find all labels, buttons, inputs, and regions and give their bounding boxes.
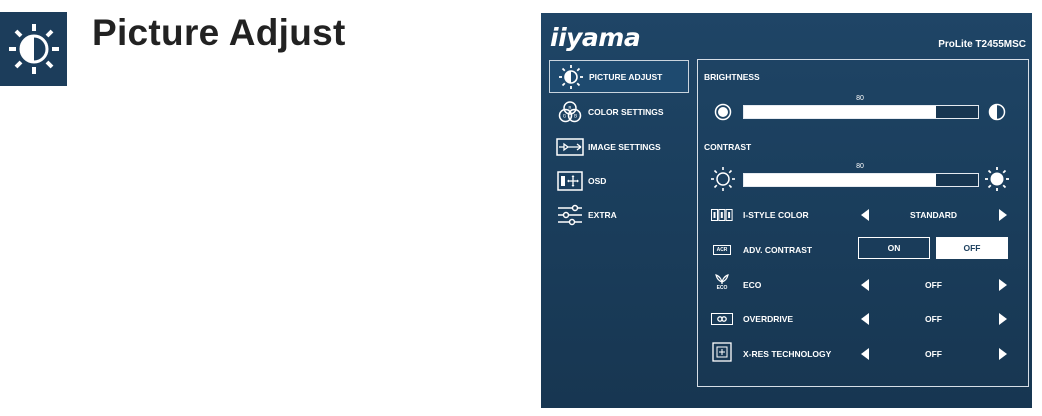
- contrast-row: 80: [698, 163, 1028, 194]
- image-settings-icon: [554, 134, 586, 160]
- svg-text:G: G: [563, 113, 567, 119]
- overdrive-row[interactable]: OVERDRIVE OFF: [698, 306, 1028, 332]
- contrast-slider-fill: [744, 174, 936, 186]
- menu-item-extra[interactable]: EXTRA: [549, 198, 689, 231]
- brand-logo: iiyama: [550, 23, 641, 52]
- extra-icon: [554, 202, 586, 228]
- brightness-row: 80: [698, 95, 1028, 126]
- menu-item-picture-adjust[interactable]: PICTURE ADJUST: [549, 60, 689, 93]
- contrast-slider[interactable]: [743, 173, 979, 187]
- menu-item-image-settings[interactable]: IMAGE SETTINGS: [549, 130, 689, 163]
- menu-label-image-settings: IMAGE SETTINGS: [588, 141, 661, 152]
- istyle-color-value: STANDARD: [909, 210, 958, 220]
- adv-contrast-row: ACR ADV. CONTRAST ON OFF: [698, 237, 1028, 263]
- menu-label-color-settings: COLOR SETTINGS: [588, 106, 664, 117]
- contrast-low-icon: [710, 166, 736, 192]
- overdrive-right-arrow-icon[interactable]: [999, 313, 1007, 325]
- overdrive-label: OVERDRIVE: [743, 314, 794, 324]
- xres-icon: [710, 342, 734, 362]
- brightness-high-icon: [988, 103, 1006, 121]
- eco-label: ECO: [743, 280, 762, 290]
- contrast-label: CONTRAST: [704, 142, 752, 152]
- istyle-right-arrow-icon[interactable]: [999, 209, 1007, 221]
- brightness-low-icon: [714, 103, 732, 121]
- brightness-slider[interactable]: [743, 105, 979, 119]
- brightness-slider-fill: [744, 106, 936, 118]
- picture-adjust-icon: [8, 24, 59, 74]
- adv-contrast-off-button[interactable]: OFF: [936, 237, 1008, 259]
- xres-value: OFF: [925, 349, 942, 359]
- menu-label-extra: EXTRA: [588, 209, 617, 220]
- xres-right-arrow-icon[interactable]: [999, 348, 1007, 360]
- adv-contrast-on-button[interactable]: ON: [858, 237, 930, 259]
- acr-icon: ACR: [710, 240, 734, 260]
- adv-contrast-label: ADV. CONTRAST: [743, 245, 813, 255]
- osd-icon: [554, 168, 586, 194]
- xres-row[interactable]: X-RES TECHNOLOGY OFF: [698, 341, 1028, 367]
- overdrive-icon: [710, 309, 734, 329]
- menu-item-osd[interactable]: OSD: [549, 164, 689, 197]
- osd-panel: iiyama ProLite T2455MSC PICTURE ADJUST R…: [541, 13, 1032, 408]
- menu-item-color-settings[interactable]: R G B COLOR SETTINGS: [549, 95, 689, 128]
- eco-right-arrow-icon[interactable]: [999, 279, 1007, 291]
- istyle-color-icon: [710, 205, 734, 225]
- picture-adjust-header-icon: [0, 12, 67, 86]
- eco-row[interactable]: ECO ECO OFF: [698, 272, 1028, 298]
- overdrive-left-arrow-icon[interactable]: [861, 313, 869, 325]
- picture-adjust-content: BRIGHTNESS 80 CONTRAST 80 I-STYLE COLOR …: [697, 59, 1029, 387]
- model-name: ProLite T2455MSC: [938, 39, 1026, 50]
- eco-left-arrow-icon[interactable]: [861, 279, 869, 291]
- istyle-color-row[interactable]: I-STYLE COLOR STANDARD: [698, 202, 1028, 228]
- menu-label-osd: OSD: [588, 175, 607, 186]
- menu-label-picture-adjust: PICTURE ADJUST: [589, 71, 663, 82]
- istyle-color-label: I-STYLE COLOR: [743, 210, 809, 220]
- istyle-left-arrow-icon[interactable]: [861, 209, 869, 221]
- overdrive-value: OFF: [925, 314, 942, 324]
- contrast-high-icon: [984, 166, 1010, 192]
- eco-icon: ECO: [710, 272, 734, 292]
- xres-label: X-RES TECHNOLOGY: [743, 349, 832, 359]
- svg-text:R: R: [568, 105, 571, 111]
- page-title: Picture Adjust: [92, 12, 346, 53]
- xres-left-arrow-icon[interactable]: [861, 348, 869, 360]
- contrast-value: 80: [856, 163, 864, 170]
- picture-adjust-icon: [555, 64, 587, 90]
- eco-value: OFF: [925, 280, 942, 290]
- svg-text:B: B: [574, 113, 577, 119]
- color-settings-icon: R G B: [554, 99, 586, 125]
- brightness-value: 80: [856, 95, 864, 102]
- brightness-label: BRIGHTNESS: [704, 72, 760, 82]
